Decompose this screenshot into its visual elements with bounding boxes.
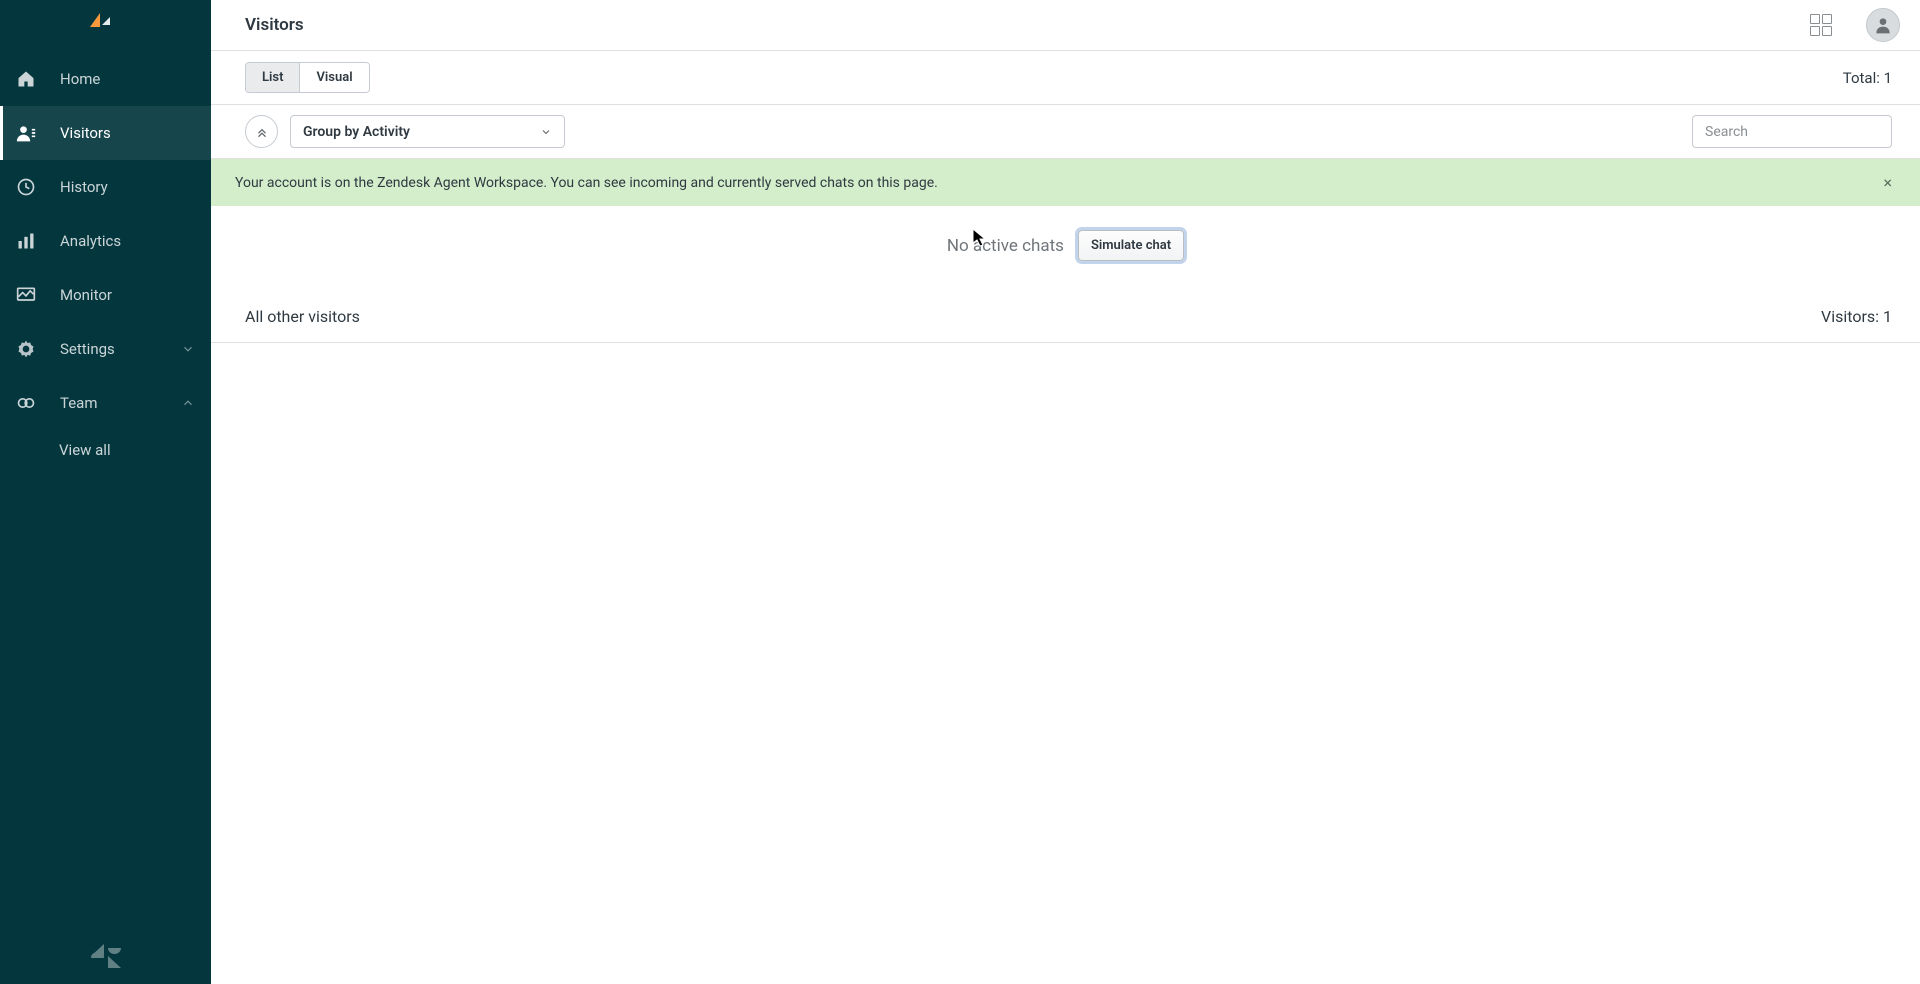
collapse-all-button[interactable] [245, 115, 278, 148]
sidebar: Home Visitors History Analytics Monitor … [0, 0, 211, 984]
filter-bar: Group by Activity [211, 105, 1920, 159]
simulate-chat-button[interactable]: Simulate chat [1078, 230, 1184, 261]
other-visitors-count: Visitors: 1 [1821, 307, 1892, 326]
no-chats-row: No active chats Simulate chat [211, 206, 1920, 291]
group-by-dropdown[interactable]: Group by Activity [290, 115, 565, 148]
brand-logo[interactable] [0, 0, 211, 52]
topbar: Visitors [211, 0, 1920, 51]
double-chevron-up-icon [255, 125, 269, 139]
search-input[interactable] [1692, 115, 1892, 148]
apps-grid-icon[interactable] [1810, 14, 1832, 36]
visual-view-button[interactable]: Visual [299, 63, 368, 92]
other-visitors-label: All other visitors [245, 307, 1821, 326]
info-banner: Your account is on the Zendesk Agent Wor… [211, 159, 1920, 206]
visitors-icon [16, 123, 36, 143]
gear-icon [16, 339, 36, 359]
sidebar-subitem-view-all[interactable]: View all [0, 430, 211, 470]
sidebar-item-label: Settings [60, 340, 157, 358]
team-icon [16, 393, 36, 413]
sidebar-item-label: History [60, 178, 195, 196]
sidebar-item-label: Analytics [60, 232, 195, 250]
view-toggle-bar: List Visual Total: 1 [211, 51, 1920, 105]
chevron-down-icon [181, 342, 195, 356]
sidebar-item-label: Home [60, 70, 195, 88]
sidebar-item-visitors[interactable]: Visitors [0, 106, 211, 160]
main-content: Visitors List Visual Total: 1 Group by A… [211, 0, 1920, 984]
avatar[interactable] [1866, 8, 1900, 42]
sidebar-nav: Home Visitors History Analytics Monitor … [0, 52, 211, 928]
sidebar-footer-logo[interactable] [0, 928, 211, 984]
no-chats-label: No active chats [947, 236, 1064, 256]
view-toggle-group: List Visual [245, 62, 370, 93]
home-icon [16, 69, 36, 89]
sidebar-item-team[interactable]: Team [0, 376, 211, 430]
group-by-label: Group by Activity [303, 124, 410, 140]
other-visitors-section: All other visitors Visitors: 1 [211, 291, 1920, 343]
analytics-icon [16, 231, 36, 251]
total-count: Total: 1 [1843, 69, 1892, 87]
sidebar-item-settings[interactable]: Settings [0, 322, 211, 376]
page-title: Visitors [245, 15, 304, 35]
history-icon [16, 177, 36, 197]
close-icon[interactable]: × [1879, 171, 1896, 194]
sidebar-item-history[interactable]: History [0, 160, 211, 214]
sidebar-item-analytics[interactable]: Analytics [0, 214, 211, 268]
chevron-up-icon [181, 396, 195, 410]
sidebar-item-home[interactable]: Home [0, 52, 211, 106]
chevron-down-icon [540, 126, 552, 138]
sidebar-item-label: Team [60, 394, 157, 412]
sidebar-item-label: Visitors [60, 124, 195, 142]
sidebar-item-monitor[interactable]: Monitor [0, 268, 211, 322]
banner-text: Your account is on the Zendesk Agent Wor… [235, 175, 1879, 191]
monitor-icon [16, 285, 36, 305]
list-view-button[interactable]: List [246, 63, 299, 92]
sidebar-subitem-label: View all [59, 441, 111, 459]
sidebar-item-label: Monitor [60, 286, 195, 304]
